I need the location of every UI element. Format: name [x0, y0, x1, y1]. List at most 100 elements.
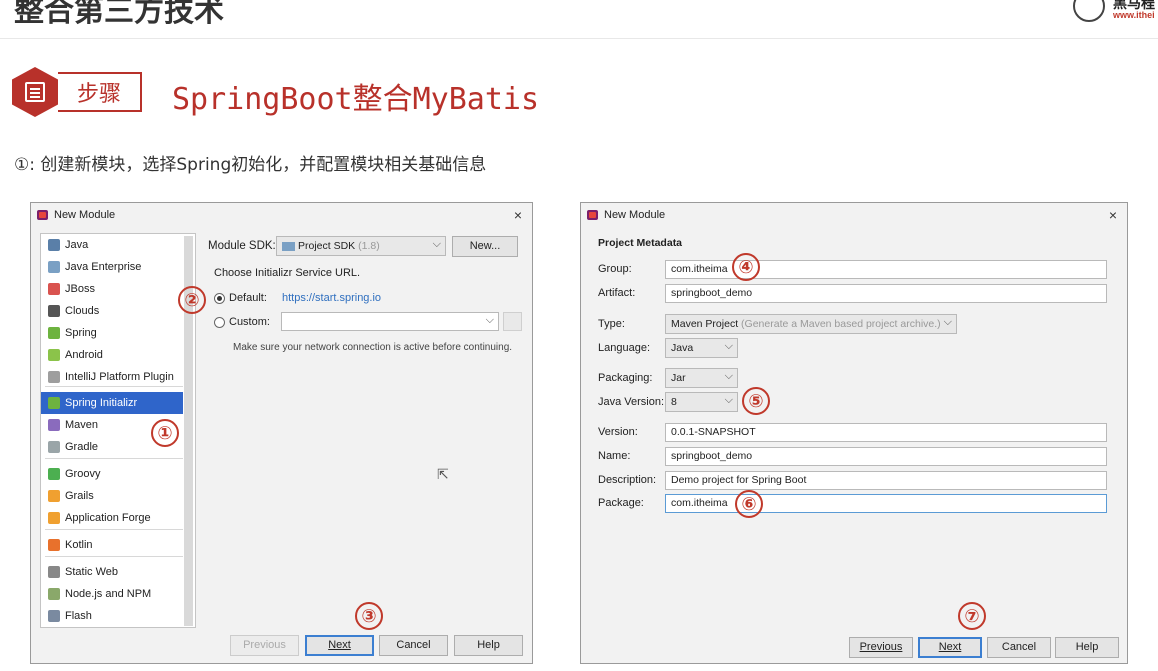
marker-6: ⑥ — [735, 490, 763, 518]
default-option[interactable]: Default: — [214, 292, 267, 304]
close-icon[interactable]: × — [514, 207, 522, 223]
module-type-item[interactable]: Groovy — [41, 463, 183, 485]
custom-radio[interactable] — [214, 316, 225, 328]
section-title: Project Metadata — [598, 237, 683, 249]
marker-4: ④ — [732, 253, 760, 281]
java-version-value: 8 — [671, 396, 677, 408]
marker-1: ① — [151, 419, 179, 447]
module-type-item[interactable]: Clouds — [41, 300, 183, 322]
package-field[interactable]: com.itheima — [665, 494, 1107, 513]
slide-title: 整合第三方技术 — [14, 0, 224, 29]
help-button[interactable]: Help — [454, 635, 523, 656]
module-type-label: Grails — [65, 490, 94, 502]
type-select[interactable]: Maven Project (Generate a Maven based pr… — [665, 314, 957, 334]
module-type-label: Maven — [65, 419, 99, 431]
static-web-icon — [48, 566, 60, 578]
default-url-link[interactable]: https://start.spring.io — [282, 292, 381, 304]
name-field[interactable]: springboot_demo — [665, 447, 1107, 466]
dialog-titlebar: New Module — [31, 203, 532, 227]
module-type-item[interactable]: Application Forge — [41, 507, 183, 529]
module-type-item[interactable]: JBoss — [41, 278, 183, 300]
previous-button[interactable]: Previous — [230, 635, 299, 656]
marker-5: ⑤ — [742, 387, 770, 415]
list-separator — [45, 529, 183, 530]
list-separator — [45, 556, 183, 557]
logo-url: www.ithei — [1113, 10, 1155, 20]
logo-circle-icon — [1073, 0, 1105, 22]
module-type-item[interactable]: Flash — [41, 605, 183, 627]
marker-7: ⑦ — [958, 602, 986, 630]
maven-icon — [48, 419, 60, 431]
module-type-item[interactable]: IntelliJ Platform Plugin — [41, 366, 183, 388]
sdk-combo[interactable]: Project SDK (1.8) ⌵ — [276, 236, 446, 256]
list-separator — [45, 386, 183, 387]
module-type-label: Application Forge — [65, 512, 151, 524]
custom-label: Custom: — [229, 316, 270, 328]
module-type-label: Static Web — [65, 566, 118, 578]
sdk-value: Project SDK — [298, 240, 356, 252]
help-button[interactable]: Help — [1055, 637, 1119, 658]
module-type-label: Android — [65, 349, 103, 361]
module-type-label: Node.js and NPM — [65, 588, 152, 600]
chevron-down-icon: ⌵ — [485, 314, 494, 326]
kotlin-icon — [48, 539, 60, 551]
module-type-item[interactable]: Spring — [41, 322, 183, 344]
android-icon — [48, 349, 60, 361]
chevron-down-icon: ⌵ — [432, 238, 441, 250]
custom-option[interactable]: Custom: — [214, 316, 270, 328]
module-type-label: Clouds — [65, 305, 100, 317]
custom-url-input[interactable]: ⌵ — [281, 312, 499, 331]
java-version-select[interactable]: 8 ⌵ — [665, 392, 738, 412]
module-type-label: IntelliJ Platform Plugin — [65, 371, 174, 383]
network-hint: Make sure your network connection is act… — [233, 342, 513, 353]
packaging-value: Jar — [671, 372, 686, 384]
module-type-label: Groovy — [65, 468, 101, 480]
grails-icon — [48, 490, 60, 502]
module-type-item[interactable]: Grails — [41, 485, 183, 507]
module-type-label: Kotlin — [65, 539, 93, 551]
description-field[interactable]: Demo project for Spring Boot — [665, 471, 1107, 490]
artifact-field[interactable]: springboot_demo — [665, 284, 1107, 303]
header-divider — [0, 38, 1158, 39]
module-type-item[interactable]: Android — [41, 344, 183, 366]
language-select[interactable]: Java ⌵ — [665, 338, 738, 358]
next-button[interactable]: Next — [918, 637, 982, 658]
close-icon[interactable]: × — [1109, 207, 1117, 223]
instruction-text: ①: 创建新模块，选择Spring初始化，并配置模块相关基础信息 — [14, 155, 487, 175]
java-icon — [48, 239, 60, 251]
module-type-label: Flash — [65, 610, 92, 622]
module-type-item[interactable]: Node.js and NPM — [41, 583, 183, 605]
module-type-label: Gradle — [65, 441, 99, 453]
module-type-item[interactable]: Static Web — [41, 561, 183, 583]
language-value: Java — [671, 342, 694, 354]
step-heading: SpringBoot整合MyBatis — [172, 82, 540, 117]
document-icon — [25, 82, 45, 102]
module-type-item[interactable]: Kotlin — [41, 534, 183, 556]
version-field[interactable]: 0.0.1-SNAPSHOT — [665, 423, 1107, 442]
module-type-label: Java — [65, 239, 89, 251]
module-type-item[interactable]: Java — [41, 234, 183, 256]
application-forge-icon — [48, 512, 60, 524]
module-type-item[interactable]: Spring Initializr — [41, 392, 183, 414]
artifact-label: Artifact: — [598, 287, 636, 299]
flash-icon — [48, 610, 60, 622]
next-button[interactable]: Next — [305, 635, 374, 656]
type-hint: (Generate a Maven based project archive.… — [741, 318, 941, 330]
cancel-button[interactable]: Cancel — [987, 637, 1051, 658]
spring-icon — [48, 327, 60, 339]
module-type-label: Java Enterprise — [65, 261, 142, 273]
default-radio[interactable] — [214, 292, 225, 304]
module-type-item[interactable]: Java Enterprise — [41, 256, 183, 278]
description-label: Description: — [598, 474, 657, 486]
browse-button[interactable] — [503, 312, 522, 331]
java-version-label: Java Version: — [598, 396, 665, 408]
sdk-label: Module SDK: — [208, 240, 276, 252]
sdk-version: (1.8) — [358, 240, 380, 252]
packaging-select[interactable]: Jar ⌵ — [665, 368, 738, 388]
chevron-down-icon: ⌵ — [943, 316, 952, 328]
list-separator — [45, 458, 183, 459]
previous-button[interactable]: Previous — [849, 637, 913, 658]
cancel-button[interactable]: Cancel — [379, 635, 448, 656]
new-sdk-button[interactable]: New... — [452, 236, 518, 257]
java-enterprise-icon — [48, 261, 60, 273]
